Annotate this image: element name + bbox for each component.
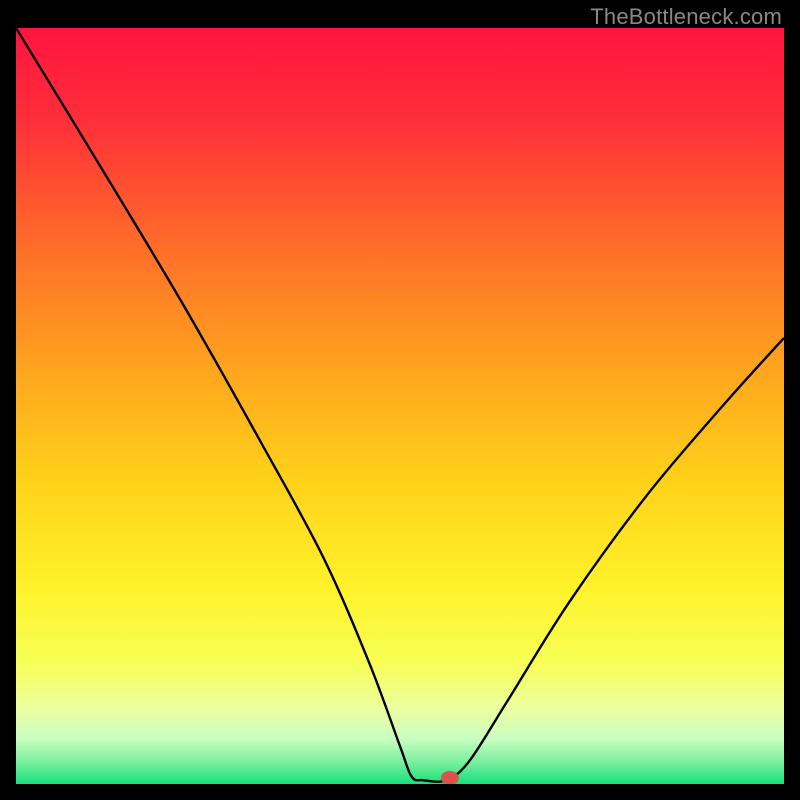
gradient-background — [16, 28, 784, 784]
chart-frame — [16, 28, 784, 784]
watermark-text: TheBottleneck.com — [590, 4, 782, 30]
bottleneck-chart — [16, 28, 784, 784]
